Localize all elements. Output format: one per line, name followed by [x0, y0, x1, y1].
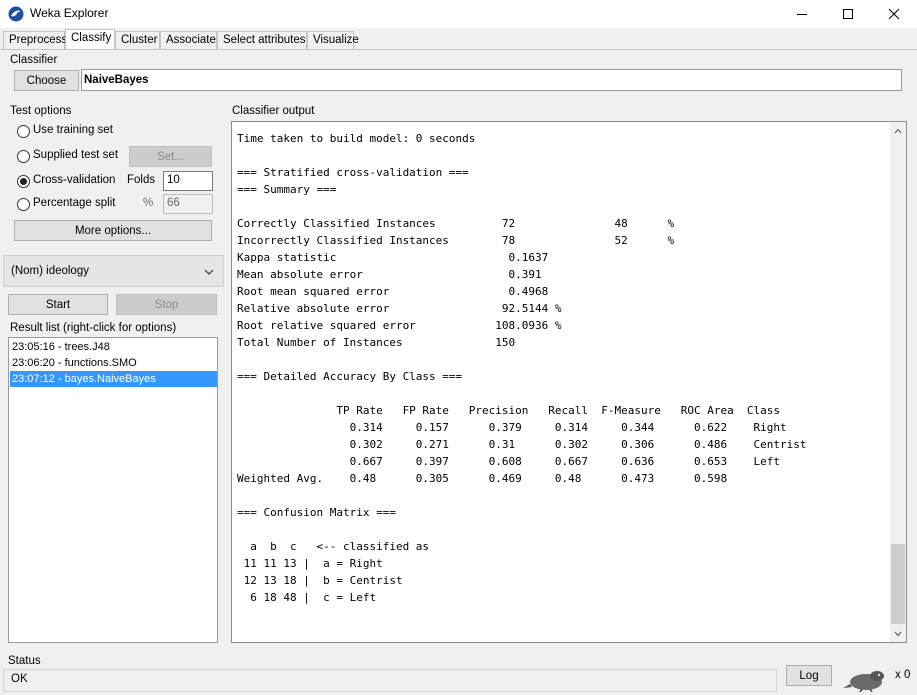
tab-cluster[interactable]: Cluster — [115, 31, 160, 49]
minimize-button[interactable] — [779, 0, 825, 28]
result-item[interactable]: 23:06:20 - functions.SMO — [10, 355, 217, 371]
output-scrollbar[interactable] — [890, 122, 906, 642]
title-bar: Weka Explorer — [0, 0, 917, 28]
use-training-set-radio[interactable] — [17, 125, 30, 138]
more-options-button[interactable]: More options... — [14, 220, 212, 241]
classifier-output-text: Time taken to build model: 0 seconds ===… — [237, 132, 807, 604]
percent-label: % — [143, 197, 154, 209]
cross-validation-label: Cross-validation — [33, 174, 116, 186]
classifier-name-field[interactable]: NaiveBayes — [81, 69, 902, 91]
stop-button[interactable]: Stop — [116, 294, 217, 315]
scroll-thumb[interactable] — [891, 544, 905, 624]
result-item-selected[interactable]: 23:07:12 - bayes.NaiveBayes — [10, 371, 217, 387]
close-icon — [888, 8, 900, 20]
log-button[interactable]: Log — [786, 665, 832, 686]
task-count: x 0 — [895, 669, 911, 681]
folds-label: Folds — [127, 174, 156, 186]
classifier-output-title: Classifier output — [232, 105, 315, 117]
classifier-group-title: Classifier — [10, 54, 58, 66]
maximize-button[interactable] — [825, 0, 871, 28]
status-title: Status — [8, 655, 41, 667]
class-attribute-select[interactable]: (Nom) ideology — [3, 255, 224, 287]
minimize-icon — [797, 14, 807, 15]
use-training-set-label: Use training set — [33, 124, 113, 136]
close-button[interactable] — [871, 0, 917, 28]
supplied-test-set-radio[interactable] — [17, 150, 30, 163]
choose-button[interactable]: Choose — [14, 70, 79, 91]
tab-select-attributes[interactable]: Select attributes — [217, 31, 307, 49]
weka-bird-status-icon — [842, 668, 892, 693]
weka-bird-icon — [8, 6, 24, 22]
start-button[interactable]: Start — [8, 294, 108, 315]
supplied-test-set-label: Supplied test set — [33, 149, 119, 161]
status-bar: OK — [3, 669, 777, 692]
scroll-up-arrow-icon[interactable] — [890, 122, 906, 139]
chevron-down-icon — [204, 266, 214, 280]
classifier-output-area[interactable]: Time taken to build model: 0 seconds ===… — [231, 121, 907, 643]
maximize-icon — [843, 9, 853, 19]
result-item[interactable]: 23:05:16 - trees.J48 — [10, 339, 217, 355]
tab-strip: Preprocess Classify Cluster Associate Se… — [0, 29, 917, 49]
folds-input[interactable]: 10 — [163, 171, 213, 191]
set-test-set-button[interactable]: Set... — [129, 146, 212, 167]
tab-classify[interactable]: Classify — [65, 29, 115, 49]
cross-validation-radio[interactable] — [17, 175, 30, 188]
percentage-split-radio[interactable] — [17, 198, 30, 211]
class-attribute-value: (Nom) ideology — [11, 265, 89, 277]
status-text: OK — [11, 673, 28, 685]
result-list[interactable]: 23:05:16 - trees.J48 23:06:20 - function… — [8, 337, 218, 643]
tab-preprocess[interactable]: Preprocess — [3, 31, 67, 49]
test-options-group-title: Test options — [10, 105, 72, 117]
result-list-title: Result list (right-click for options) — [10, 322, 177, 334]
tab-divider — [0, 49, 917, 50]
percentage-input[interactable]: 66 — [163, 194, 213, 214]
percentage-split-label: Percentage split — [33, 197, 116, 209]
tab-associate[interactable]: Associate — [160, 31, 217, 49]
tab-visualize[interactable]: Visualize — [307, 31, 359, 49]
scroll-down-arrow-icon[interactable] — [890, 625, 906, 642]
window-title: Weka Explorer — [30, 6, 109, 20]
